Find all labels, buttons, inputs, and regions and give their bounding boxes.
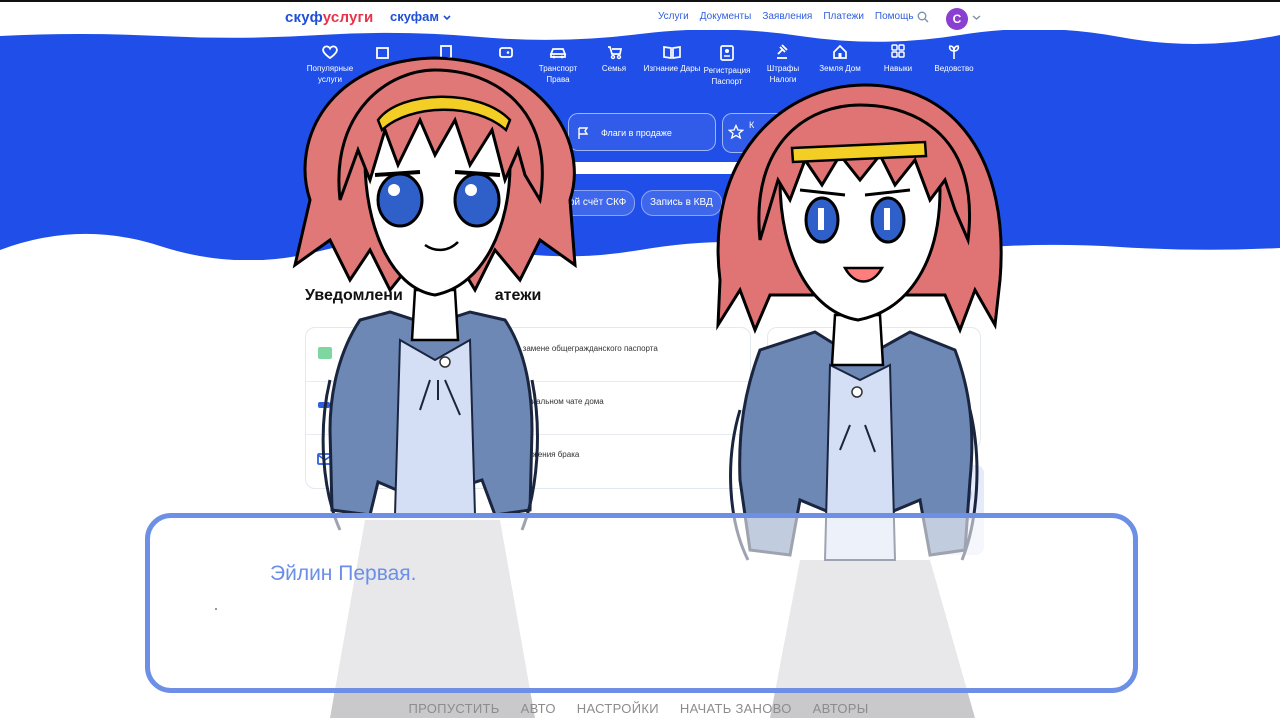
category-label: Земля Дом [819,64,861,73]
dialogue-mark [215,608,217,610]
logo-part-2: услуги [322,9,374,26]
grid-icon [891,44,905,58]
skip-button[interactable]: ПРОПУСТИТЬ [408,700,499,718]
chevron-down-icon [443,14,451,20]
book-icon [663,46,681,59]
category-witchcraft: Ведовство [924,44,984,74]
category-exile: Изгнание Дары [642,44,702,74]
credits-button[interactable]: АВТОРЫ [813,700,869,718]
logo-part-1: скуф [285,9,323,26]
nav-item-documents: Документы [699,11,752,22]
site-logo: скуфуслуги [285,9,373,26]
restart-button[interactable]: НАЧАТЬ ЗАНОВО [680,700,792,718]
category-label: Навыки [883,64,913,73]
promo-flags-label: Флаги в продаже [601,128,672,138]
site-nav: Услуги Документы Заявления Платежи Помощ… [658,11,914,22]
avatar: С [946,8,968,30]
settings-button[interactable]: НАСТРОЙКИ [577,700,659,718]
game-screen: скуфуслуги скуфам Услуги Документы Заявл… [0,0,1280,718]
nav-item-applications: Заявления [762,11,813,22]
category-fines: Штрафы Налоги [753,44,813,85]
stroller-icon [608,46,623,60]
auto-button[interactable]: АВТО [521,700,556,718]
speaker-name: Эйлин Первая. [270,562,417,585]
chevron-down-icon [972,15,981,20]
id-card-icon [720,45,734,61]
house-icon [833,44,847,59]
search-icon [917,11,929,23]
nav-item-services: Услуги [658,11,689,22]
category-skills: Навыки [868,44,928,74]
gavel-icon [777,44,788,59]
nav-item-help: Помощь [874,11,914,22]
site-fam-label: скуфам [390,9,451,24]
category-land: Земля Дом [810,44,870,74]
quick-menu: ПРОПУСТИТЬ АВТО НАСТРОЙКИ НАЧАТЬ ЗАНОВО … [0,700,1280,718]
dialogue-box[interactable] [145,513,1138,693]
fam-text: скуфам [390,9,440,24]
category-label: Семья [601,64,627,73]
category-label: Ведовство [934,64,974,73]
plant-icon [948,45,960,59]
nav-item-payments: Платежи [823,11,864,22]
category-label: Изгнание Дары [643,64,701,73]
